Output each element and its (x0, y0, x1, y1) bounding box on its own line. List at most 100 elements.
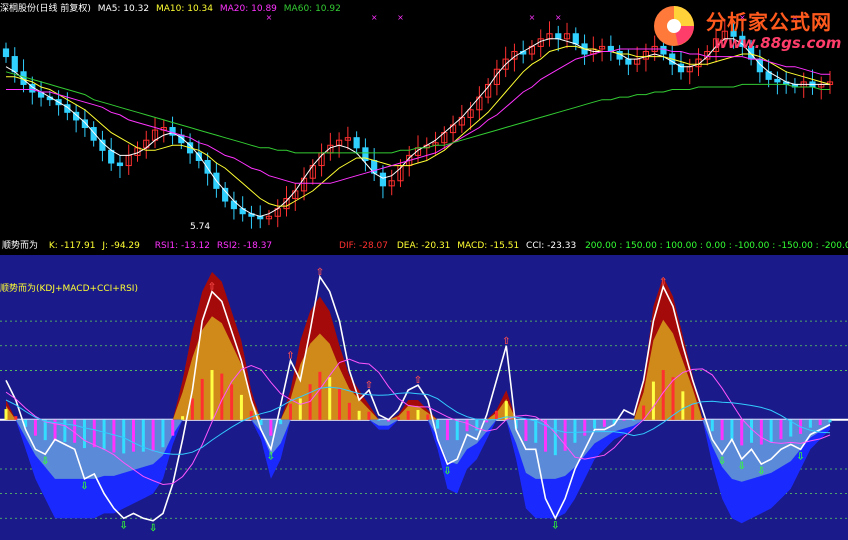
levels-label: 200.00 : 150.00 : 100.00 : 0.00 : -100.0… (585, 241, 848, 251)
macd-bar (220, 373, 224, 420)
macd-bar (112, 419, 116, 453)
candle-body (774, 78, 781, 83)
up-arrow-icon: ⇧ (365, 380, 373, 391)
indicator-name: 顺势而为 (2, 241, 39, 251)
up-arrow-icon: ⇧ (208, 282, 216, 293)
macd-bar (602, 419, 606, 427)
candle-body (555, 33, 562, 40)
macd-bar (494, 410, 498, 420)
macd-bar (828, 419, 832, 423)
macd-bar (573, 419, 577, 443)
macd-bar (4, 409, 8, 420)
down-arrow-icon: ⇩ (738, 461, 746, 472)
macd-bar (730, 419, 734, 442)
macd-bar (691, 404, 695, 420)
signal-x-mark: × (529, 13, 536, 22)
chart-canvas: ×××××××× ⇩⇩⇩⇩⇧⇩⇧⇧⇧⇧⇩⇧⇩⇧⇩⇩⇩⇩ (0, 0, 848, 540)
down-arrow-icon: ⇩ (796, 451, 804, 462)
ma5-label: MA5: 10.32 (97, 4, 150, 14)
macd-bar (161, 419, 165, 448)
candle-body (90, 127, 97, 141)
down-arrow-icon: ⇩ (120, 520, 128, 531)
up-arrow-icon: ⇧ (316, 267, 324, 278)
macd-bar (769, 419, 773, 443)
down-arrow-icon: ⇩ (267, 451, 275, 462)
down-arrow-icon: ⇩ (41, 456, 49, 467)
down-arrow-icon: ⇩ (757, 466, 765, 477)
macd-bar (14, 416, 18, 420)
macd-bar (43, 419, 47, 441)
panel-title: 顺势而为(KDJ+MACD+CCI+RSI) (0, 284, 138, 294)
rsi1-value: RSI1: -13.12 (154, 241, 211, 251)
macd-bar (151, 419, 155, 452)
ma60-label: MA60: 10.92 (283, 4, 341, 14)
macd-bar (759, 419, 763, 445)
macd-bar (249, 410, 253, 420)
up-arrow-icon: ⇧ (659, 277, 667, 288)
site-logo: 分析家公式网 www.88gs.com (648, 0, 848, 56)
macd-bar (200, 378, 204, 420)
macd-bar (132, 419, 136, 452)
macd-bar (102, 419, 106, 450)
macd-bar (750, 419, 754, 443)
macd-bar (190, 398, 194, 420)
macd-bar (230, 384, 234, 420)
down-arrow-icon: ⇩ (443, 466, 451, 477)
macd-bar (779, 419, 783, 440)
macd-bar (122, 419, 126, 454)
macd-bar (92, 419, 96, 448)
candle-body (11, 56, 18, 73)
macd-bar (416, 409, 420, 420)
macd-bar (455, 419, 459, 441)
ma20-label: MA20: 10.89 (219, 4, 277, 14)
macd-bar (63, 419, 67, 442)
macd-bar (534, 419, 538, 443)
macd-bar (318, 371, 322, 420)
candle-body (108, 149, 115, 164)
macd-bar (406, 410, 410, 420)
macd-bar (465, 419, 469, 432)
pie-chart-logo-icon (654, 6, 694, 46)
candle-body (353, 137, 360, 149)
logo-brand: 分析家公式网 (706, 10, 832, 34)
dif-value: DIF: -28.07 (339, 241, 388, 251)
dea-value: DEA: -20.31 (396, 241, 451, 251)
macd-bar (583, 419, 587, 436)
candle-body (2, 48, 10, 58)
down-arrow-icon: ⇩ (149, 523, 157, 534)
macd-bar (269, 419, 273, 436)
macd-bar (720, 419, 724, 441)
macd-value: MACD: -15.51 (457, 241, 520, 251)
down-arrow-icon: ⇩ (551, 520, 559, 531)
candle-body (379, 172, 387, 187)
macd-bar (82, 419, 86, 449)
macd-bar (808, 419, 812, 428)
j-value: J: -94.29 (102, 241, 140, 251)
macd-bar (700, 417, 704, 420)
candle-body (572, 33, 579, 45)
macd-bar (210, 370, 214, 420)
macd-bar (328, 377, 332, 420)
macd-bar (818, 419, 822, 426)
macd-bar (740, 419, 744, 446)
macd-bar (171, 419, 175, 436)
macd-bar (671, 377, 675, 420)
price-header: 深桐股份(日线 前复权) MA5: 10.32 MA10: 10.34 MA20… (0, 4, 341, 15)
macd-bar (553, 419, 557, 456)
macd-bar (347, 402, 351, 420)
up-arrow-icon: ⇧ (286, 351, 294, 362)
signal-x-mark: × (371, 13, 378, 22)
ma10-label: MA10: 10.34 (155, 4, 213, 14)
macd-bar (298, 398, 302, 420)
candle-body (99, 139, 106, 151)
rsi2-value: RSI2: -18.37 (216, 241, 273, 251)
logo-url: www.88gs.com (714, 34, 842, 52)
macd-bar (33, 419, 37, 436)
macd-bar (338, 388, 342, 420)
macd-bar (377, 419, 381, 421)
macd-bar (181, 416, 185, 420)
macd-bar (288, 403, 292, 420)
signal-x-mark: × (397, 13, 404, 22)
macd-bar (710, 419, 714, 432)
up-arrow-icon: ⇧ (414, 375, 422, 386)
